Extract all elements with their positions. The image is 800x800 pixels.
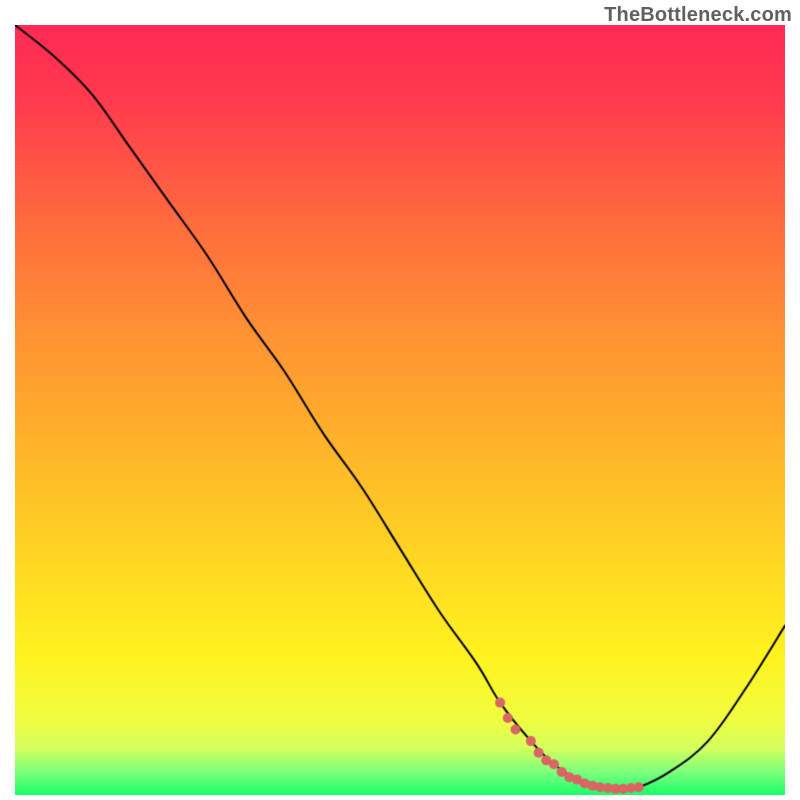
chart-container: TheBottleneck.com xyxy=(0,0,800,800)
bottleneck-curve-chart xyxy=(15,25,785,795)
watermark-text: TheBottleneck.com xyxy=(604,4,792,27)
